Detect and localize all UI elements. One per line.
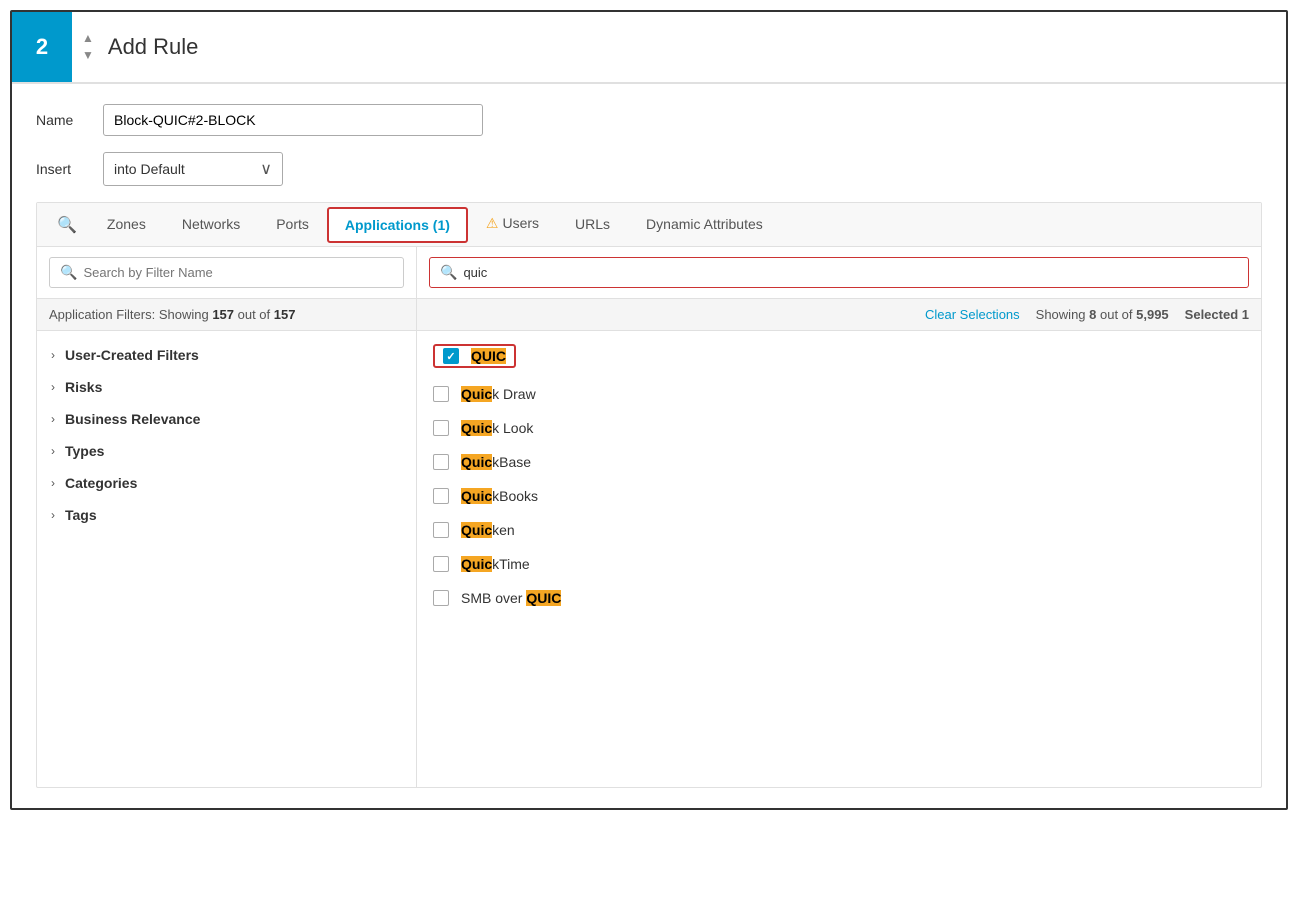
tab-applications[interactable]: Applications (1) bbox=[327, 207, 468, 243]
app-label-quicken: Quicken bbox=[461, 522, 515, 538]
checkbox-quick-look[interactable] bbox=[433, 420, 449, 436]
insert-dropdown[interactable]: into Default ∨ bbox=[103, 152, 283, 186]
filters-total-count: 157 bbox=[274, 307, 296, 322]
step-number: 2 bbox=[12, 12, 72, 82]
app-label-quicktime: QuickTime bbox=[461, 556, 530, 572]
filter-search-input[interactable] bbox=[83, 265, 393, 280]
filters-info-bar: Application Filters: Showing 157 out of … bbox=[37, 299, 416, 331]
right-showing-count: 8 bbox=[1089, 307, 1096, 322]
tab-dynamic-attributes[interactable]: Dynamic Attributes bbox=[628, 204, 781, 246]
right-search-wrapper[interactable]: 🔍 bbox=[429, 257, 1249, 288]
app-label-quickbase: QuickBase bbox=[461, 454, 531, 470]
name-label: Name bbox=[36, 112, 91, 128]
left-panel: 🔍 Application Filters: Showing 157 out o… bbox=[37, 247, 417, 787]
selected-count-badge: Selected 1 bbox=[1185, 307, 1249, 322]
page-title: Add Rule bbox=[104, 34, 199, 60]
app-label-quic: QUIC bbox=[471, 348, 506, 364]
tab-users[interactable]: ⚠Users bbox=[468, 203, 557, 246]
insert-row: Insert into Default ∨ bbox=[36, 152, 1262, 186]
filter-item-user-created[interactable]: › User-Created Filters bbox=[37, 339, 416, 371]
body-area: Name Insert into Default ∨ 🔍 Zones Netwo… bbox=[12, 84, 1286, 808]
app-item-quic[interactable]: QUIC bbox=[417, 335, 1261, 377]
app-item-smb-over-quic[interactable]: SMB over QUIC bbox=[417, 581, 1261, 615]
checkbox-quickbase[interactable] bbox=[433, 454, 449, 470]
filter-list: › User-Created Filters › Risks › Busines… bbox=[37, 331, 416, 539]
app-label-quickbooks: QuickBooks bbox=[461, 488, 538, 504]
right-panel: 🔍 Clear Selections Showing 8 out of 5,99… bbox=[417, 247, 1261, 787]
app-list: QUIC Quick Draw Quick Look bbox=[417, 331, 1261, 619]
expand-arrow-icon: › bbox=[51, 508, 55, 522]
right-info-bar: Clear Selections Showing 8 out of 5,995 … bbox=[417, 299, 1261, 331]
checkbox-quic[interactable] bbox=[443, 348, 459, 364]
tab-search-icon[interactable]: 🔍 bbox=[45, 215, 89, 235]
filter-item-tags[interactable]: › Tags bbox=[37, 499, 416, 531]
chevron-down-icon: ∨ bbox=[260, 159, 272, 179]
app-label-quick-look: Quick Look bbox=[461, 420, 533, 436]
selected-count-value: 1 bbox=[1242, 307, 1249, 322]
app-search-input[interactable] bbox=[463, 265, 1238, 280]
app-item-quickbooks[interactable]: QuickBooks bbox=[417, 479, 1261, 513]
right-search-icon: 🔍 bbox=[440, 264, 457, 281]
filter-item-business-relevance[interactable]: › Business Relevance bbox=[37, 403, 416, 435]
app-item-quicktime[interactable]: QuickTime bbox=[417, 547, 1261, 581]
app-label-smb-over-quic: SMB over QUIC bbox=[461, 590, 561, 606]
down-arrow-icon[interactable]: ▼ bbox=[82, 47, 94, 64]
panels-row: 🔍 Application Filters: Showing 157 out o… bbox=[37, 247, 1261, 787]
tab-zones[interactable]: Zones bbox=[89, 204, 164, 246]
showing-text: Showing 8 out of 5,995 bbox=[1036, 307, 1169, 322]
filter-search-icon: 🔍 bbox=[60, 264, 77, 281]
right-search-bar: 🔍 bbox=[417, 247, 1261, 299]
expand-arrow-icon: › bbox=[51, 476, 55, 490]
expand-arrow-icon: › bbox=[51, 444, 55, 458]
name-input[interactable] bbox=[103, 104, 483, 136]
tab-ports[interactable]: Ports bbox=[258, 204, 327, 246]
right-total-count: 5,995 bbox=[1136, 307, 1169, 322]
warning-icon: ⚠ bbox=[486, 215, 499, 231]
app-item-quicken[interactable]: Quicken bbox=[417, 513, 1261, 547]
filter-search-wrapper[interactable]: 🔍 bbox=[49, 257, 404, 288]
tab-networks[interactable]: Networks bbox=[164, 204, 258, 246]
nav-arrows[interactable]: ▲ ▼ bbox=[72, 30, 104, 64]
clear-selections-button[interactable]: Clear Selections bbox=[925, 307, 1020, 322]
checkbox-quick-draw[interactable] bbox=[433, 386, 449, 402]
expand-arrow-icon: › bbox=[51, 348, 55, 362]
name-row: Name bbox=[36, 104, 1262, 136]
expand-arrow-icon: › bbox=[51, 380, 55, 394]
tab-urls[interactable]: URLs bbox=[557, 204, 628, 246]
checkbox-quicktime[interactable] bbox=[433, 556, 449, 572]
header-bar: 2 ▲ ▼ Add Rule bbox=[12, 12, 1286, 84]
up-arrow-icon[interactable]: ▲ bbox=[82, 30, 94, 47]
insert-label: Insert bbox=[36, 161, 91, 177]
app-label-quick-draw: Quick Draw bbox=[461, 386, 536, 402]
checkbox-quicken[interactable] bbox=[433, 522, 449, 538]
tabs-bar: 🔍 Zones Networks Ports Applications (1) … bbox=[37, 203, 1261, 247]
filter-item-categories[interactable]: › Categories bbox=[37, 467, 416, 499]
main-container: 2 ▲ ▼ Add Rule Name Insert into Default … bbox=[10, 10, 1288, 810]
filter-search-bar: 🔍 bbox=[37, 247, 416, 299]
filter-item-types[interactable]: › Types bbox=[37, 435, 416, 467]
app-item-quick-draw[interactable]: Quick Draw bbox=[417, 377, 1261, 411]
checkbox-smb-over-quic[interactable] bbox=[433, 590, 449, 606]
expand-arrow-icon: › bbox=[51, 412, 55, 426]
insert-value: into Default bbox=[114, 161, 252, 177]
filters-showing-count: 157 bbox=[212, 307, 234, 322]
tabs-container: 🔍 Zones Networks Ports Applications (1) … bbox=[36, 202, 1262, 788]
checkbox-quickbooks[interactable] bbox=[433, 488, 449, 504]
app-item-quick-look[interactable]: Quick Look bbox=[417, 411, 1261, 445]
app-item-quickbase[interactable]: QuickBase bbox=[417, 445, 1261, 479]
filter-item-risks[interactable]: › Risks bbox=[37, 371, 416, 403]
